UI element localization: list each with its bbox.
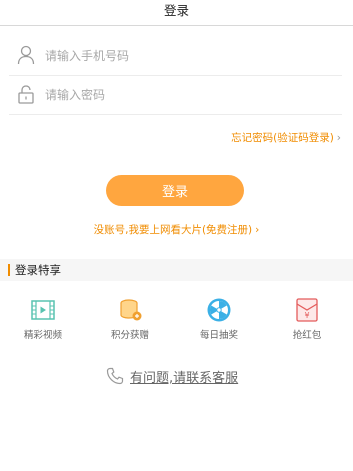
lottery-wheel-icon [207, 298, 231, 322]
password-field [9, 77, 342, 115]
user-icon [17, 45, 35, 65]
login-button[interactable]: 登录 [106, 175, 244, 206]
perk-red-envelope[interactable]: ¥ 抢红包 [277, 297, 337, 341]
password-input[interactable] [45, 81, 335, 109]
perks-title: 登录特享 [15, 263, 61, 277]
register-link[interactable]: 没账号,我要上网看大片(免费注册) › [0, 222, 353, 237]
forgot-password-link[interactable]: 忘记密码(验证码登录) › [231, 130, 341, 145]
perks-section-header: 登录特享 [0, 259, 353, 281]
coins-icon [120, 299, 142, 321]
chevron-right-icon: › [255, 224, 260, 236]
perk-points-label: 积分获赠 [110, 330, 149, 341]
perk-red-envelope-label: 抢红包 [292, 330, 322, 341]
register-label: 没账号,我要上网看大片(免费注册) [93, 224, 253, 236]
phone-input[interactable] [45, 42, 335, 70]
phone-field [9, 38, 342, 76]
phone-icon [106, 367, 124, 385]
perk-lottery-label: 每日抽奖 [199, 330, 238, 341]
page-title: 登录 [163, 3, 189, 18]
red-envelope-icon: ¥ [296, 298, 318, 322]
forgot-password-label: 忘记密码(验证码登录) [231, 132, 334, 144]
perk-points[interactable]: 积分获赠 [100, 297, 160, 341]
perk-video[interactable]: 精彩视频 [13, 297, 73, 341]
svg-text:¥: ¥ [304, 311, 309, 320]
section-marker [8, 264, 10, 276]
perk-video-label: 精彩视频 [23, 330, 62, 341]
chevron-right-icon: › [336, 132, 341, 144]
customer-service-label: 有问题,请联系客服 [130, 371, 239, 386]
page-header: 登录 [0, 0, 353, 26]
perk-lottery[interactable]: 每日抽奖 [189, 297, 249, 341]
lock-icon [18, 85, 34, 104]
film-icon [31, 300, 55, 320]
